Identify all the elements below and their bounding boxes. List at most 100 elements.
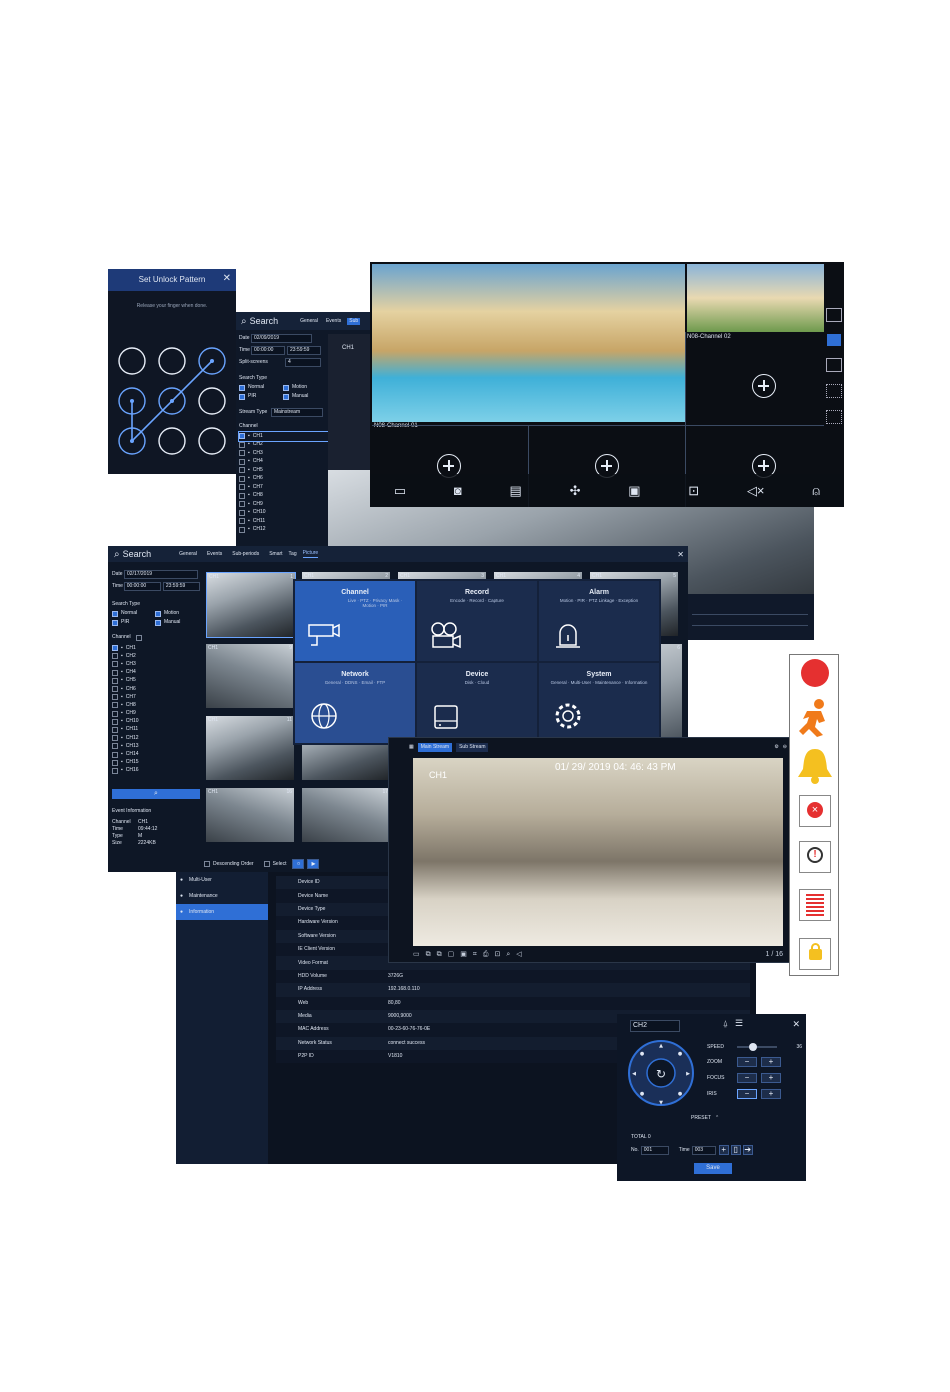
zoom-in-button[interactable]: + xyxy=(761,1057,781,1067)
channel-checkbox[interactable] xyxy=(112,677,118,684)
record-icon[interactable]: ▤ xyxy=(510,483,522,499)
side-information[interactable]: ● Information xyxy=(176,904,268,920)
channel-checkbox[interactable] xyxy=(239,501,245,508)
channel-checkbox[interactable] xyxy=(112,710,118,717)
tab-events[interactable]: Events xyxy=(326,318,341,325)
menu-tile-device[interactable]: Device Disk · Cloud xyxy=(417,663,537,743)
thumbnail[interactable]: CH1 11 xyxy=(206,716,294,780)
type-checkbox[interactable] xyxy=(239,384,245,391)
microphone-icon[interactable]: ⍝ xyxy=(812,483,820,499)
time-start-input[interactable]: 00:00:00 xyxy=(251,346,285,355)
type-checkbox[interactable] xyxy=(112,619,118,626)
split-icon[interactable]: ▦ xyxy=(409,744,414,751)
layout-6-icon[interactable] xyxy=(826,358,842,372)
speed-knob[interactable] xyxy=(749,1043,757,1051)
type-checkbox[interactable] xyxy=(283,393,289,400)
backup-icon[interactable]: ⎙ xyxy=(483,951,489,958)
search-icon[interactable]: ⌕ xyxy=(506,951,510,958)
channel-row[interactable]: ▪ CH14 xyxy=(112,750,200,758)
camera-feed-2[interactable]: N08-Channel 02 xyxy=(687,264,824,340)
channel-checkbox[interactable] xyxy=(112,743,118,750)
layout-16-icon[interactable] xyxy=(826,384,842,398)
thumbnail[interactable]: CH1 16 xyxy=(206,788,294,842)
channel-checkbox[interactable] xyxy=(239,458,245,465)
thumbnail[interactable]: CH1 1 xyxy=(206,572,296,638)
close-icon[interactable]: ✕ xyxy=(792,1019,800,1030)
channel-row[interactable]: ▪ CH13 xyxy=(112,742,200,750)
tab-main-stream[interactable]: Main Stream xyxy=(417,742,453,752)
pattern-grid[interactable] xyxy=(108,329,236,469)
channel-row[interactable]: ▪ CH12 xyxy=(112,734,200,742)
add-preset-button[interactable]: + xyxy=(718,1145,729,1155)
channel-row[interactable]: ▪ CH8 xyxy=(112,701,200,709)
layout-9-icon[interactable] xyxy=(827,334,841,346)
menu-tile-alarm[interactable]: Alarm Motion · PIR · PTZ Linkage · Excep… xyxy=(539,581,659,661)
channel-checkbox[interactable] xyxy=(239,450,245,457)
channel-checkbox[interactable] xyxy=(239,492,245,499)
channel-row[interactable]: ▪ CH1 xyxy=(112,644,200,652)
channel-row[interactable]: ▪ CH15 xyxy=(112,759,200,767)
focus-in-button[interactable]: + xyxy=(761,1073,781,1083)
channel-row[interactable]: ▪ CH10 xyxy=(112,718,200,726)
channel-checkbox[interactable] xyxy=(239,518,245,525)
thumbnail[interactable]: CH1 9 xyxy=(206,644,294,708)
type-checkbox[interactable] xyxy=(112,610,118,617)
channel-checkbox[interactable] xyxy=(239,441,245,448)
zoom-icon[interactable]: ⌗ xyxy=(473,951,477,958)
time-end-input[interactable]: 23:59:59 xyxy=(287,346,321,355)
search-button[interactable]: ⌕ xyxy=(112,789,200,799)
menu-tile-network[interactable]: Network General · DDNS · Email · FTP xyxy=(295,663,415,743)
side-maintenance[interactable]: ● Maintenance xyxy=(176,888,268,904)
channel-checkbox[interactable] xyxy=(239,484,245,491)
type-checkbox[interactable] xyxy=(283,384,289,391)
channel-row[interactable]: ▪ CH5 xyxy=(112,677,200,685)
channel-checkbox[interactable] xyxy=(112,735,118,742)
iris-close-button[interactable]: − xyxy=(737,1089,757,1099)
channel-row[interactable]: ▪ CH3 xyxy=(112,660,200,668)
descending-checkbox[interactable] xyxy=(204,861,210,867)
layout-25-icon[interactable] xyxy=(826,410,842,424)
date-input[interactable]: 02/09/2019 xyxy=(251,334,312,343)
ptz-channel-select[interactable]: CH2 xyxy=(630,1020,680,1032)
goto-icon[interactable]: ➔ xyxy=(742,1145,753,1155)
chevron-up-icon[interactable]: ⌃ xyxy=(715,1115,719,1122)
stream-select[interactable]: Mainstream xyxy=(271,408,323,417)
time-end-input[interactable]: 23:59:59 xyxy=(162,582,200,591)
channel-checkbox[interactable] xyxy=(112,686,118,693)
focus-out-button[interactable]: − xyxy=(737,1073,757,1083)
image-icon[interactable]: ▣ xyxy=(628,483,640,499)
tab-tag[interactable]: Tag xyxy=(289,551,297,558)
channel-checkbox[interactable] xyxy=(112,759,118,766)
channel-checkbox[interactable] xyxy=(112,767,118,774)
delete-icon[interactable]: ▯ xyxy=(730,1145,741,1155)
split-select[interactable]: 4 xyxy=(285,358,321,367)
channel-checkbox[interactable] xyxy=(112,751,118,758)
playback-video[interactable]: CH1 01/ 29/ 2019 04: 46: 43 PM xyxy=(413,758,783,946)
tab-events[interactable]: Events xyxy=(207,551,222,558)
playback-search-icon[interactable]: ⊡ xyxy=(688,483,699,499)
channel-row[interactable]: ▪ CH2 xyxy=(112,652,200,660)
settings-icon[interactable]: ⚙ xyxy=(774,744,778,751)
tab-general[interactable]: General xyxy=(300,318,318,325)
crop-icon[interactable]: ▢ xyxy=(448,951,455,958)
tab-smart[interactable]: Smart xyxy=(269,551,282,558)
mute-icon[interactable]: ◁× xyxy=(747,483,765,499)
channel-checkbox[interactable] xyxy=(112,669,118,676)
close-icon[interactable]: ✕ xyxy=(677,550,684,559)
copy-icon[interactable]: ⧉ xyxy=(437,951,442,958)
type-checkbox[interactable] xyxy=(239,393,245,400)
preset-time-input[interactable]: 003 xyxy=(691,1145,716,1155)
channel-checkbox[interactable] xyxy=(112,694,118,701)
close-icon[interactable]: ✕ xyxy=(223,273,231,284)
tab-general[interactable]: General xyxy=(179,551,197,558)
select-checkbox[interactable] xyxy=(263,861,270,867)
channel-checkbox[interactable] xyxy=(112,661,118,668)
camera-icon[interactable]: ◙ xyxy=(454,483,462,498)
tab-sub-periods[interactable]: Sub-periods xyxy=(232,551,259,558)
layout-4-icon[interactable] xyxy=(826,308,842,322)
dvr-icon[interactable]: ▭ xyxy=(394,483,406,499)
side-multi-user[interactable]: ● Multi-User xyxy=(176,872,268,888)
channel-checkbox[interactable] xyxy=(239,475,245,482)
stop-icon[interactable]: ▭ xyxy=(413,951,420,958)
tab-sub-stream[interactable]: Sub Stream xyxy=(456,742,489,752)
